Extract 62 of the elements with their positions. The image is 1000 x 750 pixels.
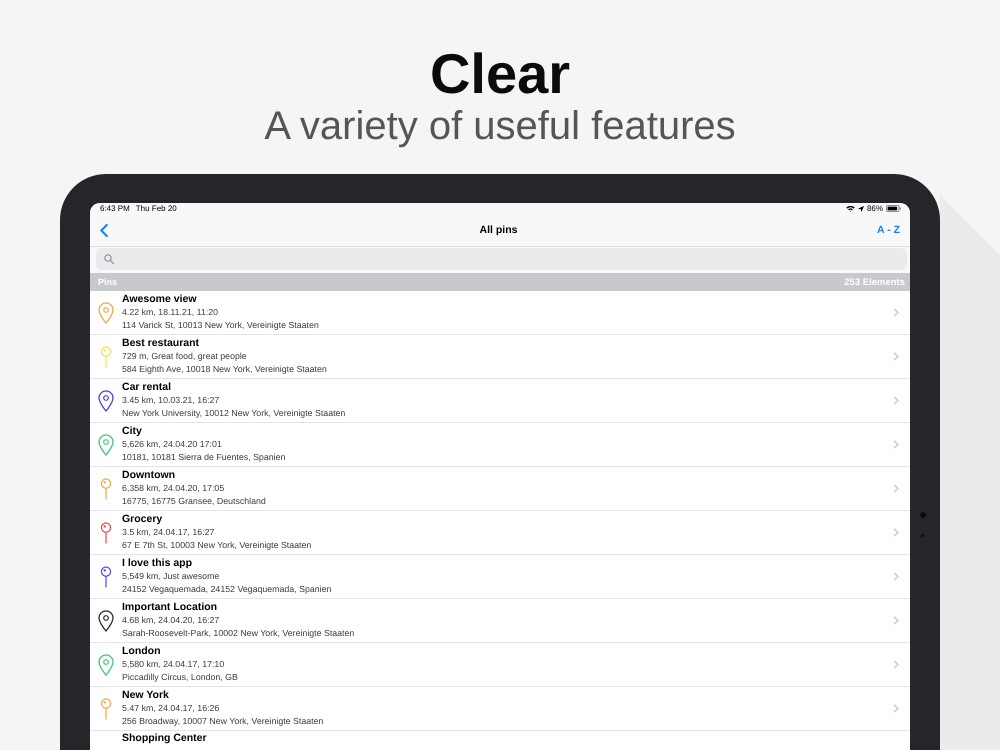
chevron-right-icon: [893, 528, 899, 537]
chevron-right-icon: [893, 660, 899, 669]
pin-address: 10181, 10181 Sierra de Fuentes, Spanien: [122, 451, 286, 464]
pin-address: 114 Varick St, 10013 New York, Vereinigte Staaten: [122, 319, 319, 332]
chevron-right-icon: [893, 484, 899, 493]
battery-icon: [886, 205, 901, 212]
pin-address: Piccadilly Circus, London, GB: [122, 671, 238, 684]
pin-list-item[interactable]: Car rental 3.45 km, 10.03.21, 16:27 New York University, 10012 New York, Vereinigte Staaten: [90, 379, 910, 423]
pin-address: Sarah-Roosevelt-Park, 10002 New York, Vereinigte Staaten: [122, 627, 354, 640]
chevron-right-icon: [893, 308, 899, 317]
pin-list-item[interactable]: Important Location 4.68 km, 24.04.20, 16:27 Sarah-Roosevelt-Park, 10002 New York, Vereinigte Staaten: [90, 599, 910, 643]
pin-title: New York: [122, 689, 169, 702]
pin-address: 24152 Vegaquemada, 24152 Vegaquemada, Spanien: [122, 583, 332, 596]
pin-details: 3.45 km, 10.03.21, 16:27: [122, 394, 220, 407]
chevron-right-icon: [893, 572, 899, 581]
pin-title: Important Location: [122, 601, 218, 614]
pin-details: 4.22 km, 18.11.21, 11:20: [122, 306, 218, 319]
pin-details: 4.68 km, 24.04.20, 16:27: [122, 614, 220, 627]
status-date: Thu Feb 20: [136, 204, 177, 214]
subheadline: A variety of useful features: [263, 103, 737, 149]
chevron-right-icon: [893, 352, 899, 361]
battery-percentage: 86%: [866, 204, 883, 214]
search-icon: [104, 254, 114, 264]
chevron-right-icon: [893, 396, 899, 405]
chevron-right-icon: [893, 440, 899, 449]
status-time: 6:43 PM: [100, 204, 130, 214]
pin-list-item[interactable]: Awesome view 4.22 km, 18.11.21, 11:20 114 Varick St, 10013 New York, Vereinigte Staaten: [90, 291, 910, 335]
pin-title: Awesome view: [122, 293, 197, 306]
pin-details: 5.47 km, 24.04.17, 16:26: [122, 702, 220, 715]
pin-title: London: [122, 645, 160, 658]
pin-list-item[interactable]: London 5,580 km, 24.04.17, 17:10 Piccadilly Circus, London, GB: [90, 643, 910, 687]
pin-list-item[interactable]: City 5,626 km, 24.04.20 17:01 10181, 10181 Sierra de Fuentes, Spanien: [90, 423, 910, 467]
pin-address: 16775, 16775 Gransee, Deutschland: [122, 495, 266, 508]
pin-details: 5,580 km, 24.04.17, 17:10: [122, 658, 224, 671]
headline: Clear: [428, 44, 572, 104]
pin-title: Shopping Center: [122, 732, 207, 744]
chevron-right-icon: [893, 616, 899, 625]
pin-details: 6,358 km, 24.04.20, 17:05: [122, 482, 224, 495]
sort-button[interactable]: A - Z: [877, 224, 900, 236]
pin-address: 256 Broadway, 10007 New York, Vereinigte Staaten: [122, 715, 324, 728]
pin-address: 584 Eighth Ave, 10018 New York, Vereinigte Staaten: [122, 363, 327, 376]
pin-details: 5,549 km, Just awesome: [122, 570, 220, 583]
chevron-right-icon: [893, 704, 899, 713]
location-arrow-icon: [858, 206, 864, 212]
pin-address: 67 E 7th St, 10003 New York, Vereinigte Staaten: [122, 539, 312, 552]
pin-title: Grocery: [122, 513, 162, 526]
pin-address: New York University, 10012 New York, Vereinigte Staaten: [122, 407, 346, 420]
pin-title: Car rental: [122, 381, 172, 394]
pin-list-item[interactable]: I love this app 5,549 km, Just awesome 24152 Vegaquemada, 24152 Vegaquemada, Spanien: [90, 555, 910, 599]
pin-list-item[interactable]: New York 5.47 km, 24.04.17, 16:26 256 Broadway, 10007 New York, Vereinigte Staaten: [90, 687, 910, 731]
pin-title: Best restaurant: [122, 337, 200, 350]
wifi-icon: [846, 205, 855, 212]
nav-title: All pins: [480, 224, 518, 236]
pin-details: 729 m, Great food, great people: [122, 350, 247, 363]
pin-details: 3.5 km, 24.04.17, 16:27: [122, 526, 214, 539]
pin-details: 5,626 km, 24.04.20 17:01: [122, 438, 222, 451]
pin-title: Downtown: [122, 469, 176, 482]
pin-title: I love this app: [122, 557, 192, 570]
pin-title: City: [122, 425, 142, 438]
camera-dot-icon: [920, 512, 926, 518]
search-field[interactable]: [96, 248, 907, 270]
chevron-left-icon: [100, 224, 108, 236]
